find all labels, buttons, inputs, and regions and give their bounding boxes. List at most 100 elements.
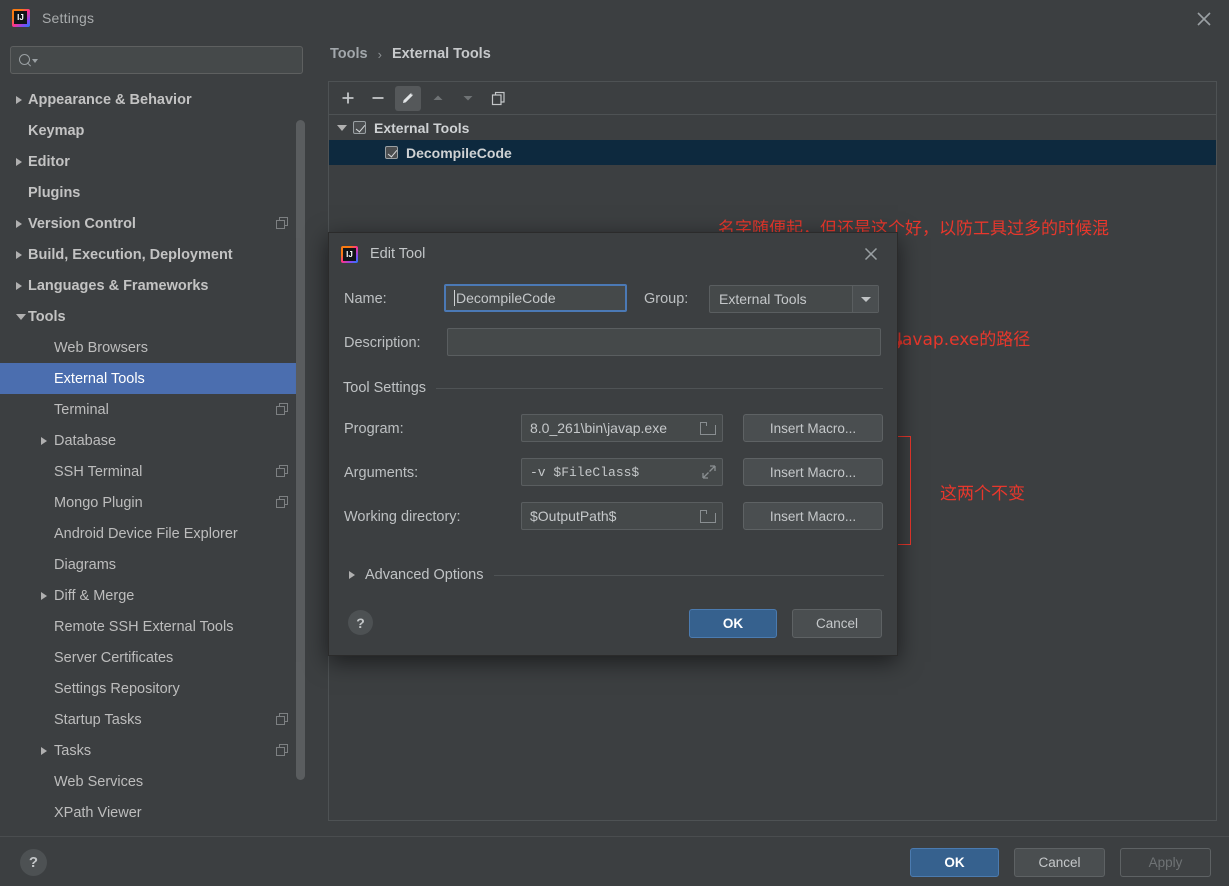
chevron-right-icon[interactable] — [41, 591, 47, 600]
program-input[interactable]: 8.0_261\bin\javap.exe — [521, 414, 723, 442]
sidebar-item-web-services[interactable]: Web Services — [0, 766, 305, 797]
sidebar-item-keymap[interactable]: Keymap — [0, 115, 305, 146]
chevron-right-icon[interactable] — [16, 250, 22, 259]
dialog-close-icon[interactable] — [861, 244, 881, 264]
sidebar-item-languages-frameworks[interactable]: Languages & Frameworks — [0, 270, 305, 301]
settings-cancel-button[interactable]: Cancel — [1014, 848, 1105, 877]
remove-tool-button[interactable] — [365, 86, 391, 111]
sidebar-item-settings-repository[interactable]: Settings Repository — [0, 673, 305, 704]
program-label: Program: — [344, 421, 404, 437]
advanced-options-header[interactable]: Advanced Options — [349, 567, 884, 583]
sidebar-item-label: Web Services — [54, 773, 144, 790]
chevron-right-icon[interactable] — [16, 219, 22, 228]
search-icon — [19, 53, 38, 67]
sidebar-item-label: Languages & Frameworks — [28, 277, 209, 294]
tool-checkbox[interactable] — [385, 146, 398, 159]
folder-browse-icon[interactable] — [700, 421, 716, 435]
dialog-titlebar: Edit Tool — [329, 233, 897, 275]
move-up-button[interactable] — [425, 86, 451, 111]
insert-macro-program-button[interactable]: Insert Macro... — [743, 414, 883, 442]
sidebar-item-external-tools[interactable]: External Tools — [0, 363, 305, 394]
search-box[interactable] — [10, 46, 303, 74]
working-directory-value: $OutputPath$ — [530, 508, 617, 524]
add-tool-button[interactable] — [335, 86, 361, 111]
settings-category-tree[interactable]: Appearance & Behavior Keymap Editor Plugins… — [0, 84, 305, 836]
sidebar-item-label: Tools — [28, 308, 66, 325]
tools-tree-list[interactable]: External Tools DecompileCode — [329, 115, 1216, 165]
chevron-right-icon[interactable] — [16, 281, 22, 290]
arguments-value: -v $FileClass$ — [530, 464, 640, 480]
sidebar-item-ssh-terminal[interactable]: SSH Terminal — [0, 456, 305, 487]
sidebar-item-version-control[interactable]: Version Control — [0, 208, 305, 239]
edit-tool-button[interactable] — [395, 85, 421, 111]
sidebar-item-android-device-file-explorer[interactable]: Android Device File Explorer — [0, 518, 305, 549]
arguments-input[interactable]: -v $FileClass$ — [521, 458, 723, 486]
copy-icon — [276, 217, 289, 230]
name-value: DecompileCode — [456, 290, 556, 306]
settings-ok-button[interactable]: OK — [910, 848, 999, 877]
move-down-button[interactable] — [455, 86, 481, 111]
chevron-right-icon[interactable] — [16, 157, 22, 166]
tool-settings-label: Tool Settings — [343, 380, 427, 396]
working-directory-input[interactable]: $OutputPath$ — [521, 502, 723, 530]
tools-group-row[interactable]: External Tools — [329, 115, 1216, 140]
sidebar-item-web-browsers[interactable]: Web Browsers — [0, 332, 305, 363]
sidebar-item-server-certificates[interactable]: Server Certificates — [0, 642, 305, 673]
name-input[interactable]: DecompileCode — [444, 284, 627, 312]
group-select[interactable]: External Tools — [709, 285, 879, 313]
expand-editor-icon[interactable] — [702, 465, 716, 479]
sidebar-item-terminal[interactable]: Terminal — [0, 394, 305, 425]
window-close-icon[interactable] — [1193, 8, 1215, 30]
chevron-right-icon[interactable] — [41, 436, 47, 445]
sidebar-item-diff-merge[interactable]: Diff & Merge — [0, 580, 305, 611]
dialog-cancel-button[interactable]: Cancel — [792, 609, 882, 638]
breadcrumb-current: External Tools — [391, 46, 491, 62]
settings-help-button[interactable]: ? — [20, 849, 47, 876]
sidebar-item-appearance-behavior[interactable]: Appearance & Behavior — [0, 84, 305, 115]
sidebar-item-startup-tasks[interactable]: Startup Tasks — [0, 704, 305, 735]
group-checkbox[interactable] — [353, 121, 366, 134]
sidebar-item-tasks[interactable]: Tasks — [0, 735, 305, 766]
search-input[interactable] — [40, 52, 270, 68]
settings-sidebar: Appearance & Behavior Keymap Editor Plugins… — [0, 36, 313, 836]
sidebar-item-label: Appearance & Behavior — [28, 91, 192, 108]
sidebar-item-tools[interactable]: Tools — [0, 301, 305, 332]
chevron-down-icon[interactable] — [16, 313, 26, 320]
sidebar-item-label: Mongo Plugin — [54, 494, 143, 511]
insert-macro-working-directory-button[interactable]: Insert Macro... — [743, 502, 883, 530]
chevron-right-icon[interactable] — [16, 95, 22, 104]
working-directory-label: Working directory: — [344, 509, 461, 525]
sidebar-item-database[interactable]: Database — [0, 425, 305, 456]
program-value: 8.0_261\bin\javap.exe — [530, 420, 667, 436]
sidebar-item-label: Tasks — [54, 742, 92, 759]
dialog-help-button[interactable]: ? — [348, 610, 373, 635]
dialog-ok-button[interactable]: OK — [689, 609, 777, 638]
settings-apply-button[interactable]: Apply — [1120, 848, 1211, 877]
sidebar-item-diagrams[interactable]: Diagrams — [0, 549, 305, 580]
sidebar-item-label: Diff & Merge — [54, 587, 135, 604]
chevron-down-icon[interactable] — [852, 286, 878, 312]
sidebar-item-label: Startup Tasks — [54, 711, 142, 728]
sidebar-item-build-execution-deployment[interactable]: Build, Execution, Deployment — [0, 239, 305, 270]
folder-browse-icon[interactable] — [700, 509, 716, 523]
sidebar-item-label: Web Browsers — [54, 339, 149, 356]
sidebar-item-remote-ssh-external-tools[interactable]: Remote SSH External Tools — [0, 611, 305, 642]
intellij-logo-icon — [341, 245, 358, 263]
description-input[interactable] — [447, 328, 881, 356]
sidebar-item-mongo-plugin[interactable]: Mongo Plugin — [0, 487, 305, 518]
breadcrumb-parent[interactable]: Tools — [330, 46, 368, 62]
insert-macro-arguments-button[interactable]: Insert Macro... — [743, 458, 883, 486]
copy-icon — [276, 465, 289, 478]
sidebar-item-xpath-viewer[interactable]: XPath Viewer — [0, 797, 305, 828]
copy-icon — [276, 744, 289, 757]
sidebar-item-plugins[interactable]: Plugins — [0, 177, 305, 208]
table-row[interactable]: DecompileCode — [329, 140, 1216, 165]
copy-tool-button[interactable] — [485, 86, 511, 111]
sidebar-item-label: Version Control — [28, 215, 136, 232]
annotation-unchanged-text: 这两个不变 — [940, 484, 1025, 504]
sidebar-scrollbar-thumb[interactable] — [296, 120, 305, 780]
chevron-right-icon[interactable] — [349, 571, 355, 579]
sidebar-item-editor[interactable]: Editor — [0, 146, 305, 177]
chevron-right-icon[interactable] — [41, 746, 47, 755]
chevron-down-icon[interactable] — [337, 124, 347, 131]
